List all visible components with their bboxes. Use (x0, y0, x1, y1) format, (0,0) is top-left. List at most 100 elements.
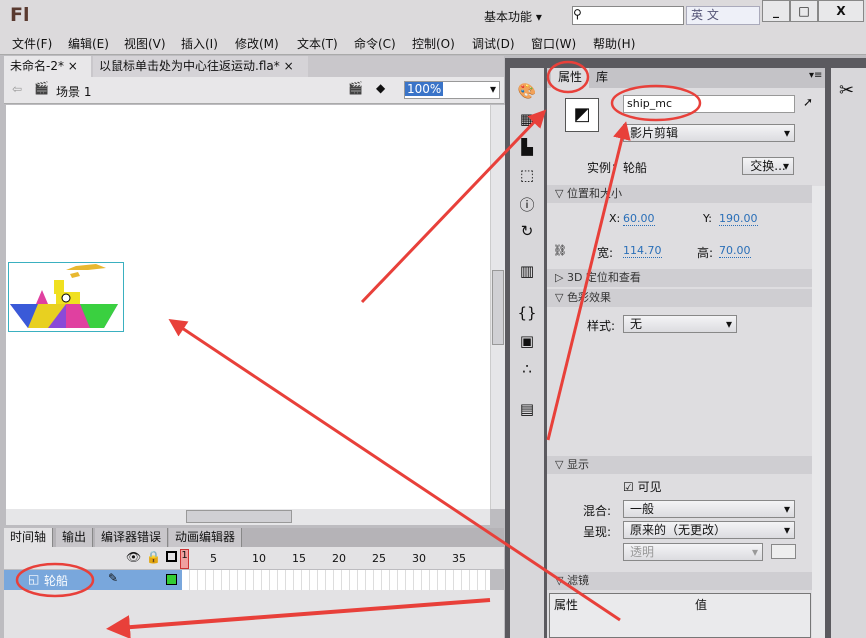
zoom-select[interactable]: 100% ▾ (404, 81, 500, 99)
layer-icon: ◱ (28, 572, 40, 586)
render-label: 呈现: (583, 525, 612, 539)
y-value[interactable]: 190.00 (719, 212, 758, 226)
edit-scene-icon[interactable]: 🎬 (348, 81, 363, 95)
visible-checkbox[interactable]: ☑ 可见 (623, 478, 662, 495)
menu-insert[interactable]: 插入(I) (181, 35, 218, 52)
x-label: X: (609, 212, 621, 225)
back-arrow-icon[interactable]: ⇦ (12, 82, 22, 96)
minimize-button[interactable]: _ (762, 0, 790, 22)
blend-label: 混合: (583, 504, 612, 518)
eye-icon[interactable]: 👁 (126, 550, 141, 564)
height-value[interactable]: 70.00 (719, 244, 751, 258)
properties-panel: 属性 库 ▾≡ ◩ ship_mc ➚ 影片剪辑 实例：轮船 交换... ▽ 位… (547, 68, 825, 638)
instance-name-input[interactable]: ship_mc (623, 95, 795, 113)
info-icon[interactable]: ⓘ (510, 194, 544, 215)
menu-debug[interactable]: 调试(D) (472, 35, 515, 52)
y-label: Y: (703, 212, 712, 225)
components-icon[interactable]: ▣ (510, 332, 544, 350)
menu-edit[interactable]: 编辑(E) (68, 35, 109, 52)
doc-tab-fla[interactable]: 以鼠标单击处为中心往返运动.fla* × (93, 56, 308, 77)
tab-properties[interactable]: 属性 (551, 68, 590, 88)
width-label: 宽: (597, 246, 614, 260)
frame-grid[interactable] (182, 570, 490, 590)
section-3d[interactable]: ▷ 3D 定位和查看 (547, 269, 812, 287)
scene-label: 场景 1 (56, 85, 92, 99)
motion-presets-icon[interactable]: ∴ (510, 360, 544, 378)
filter-col-value: 值 (695, 598, 708, 612)
history-icon[interactable]: ↻ (510, 222, 544, 240)
render-select[interactable]: 原来的（无更改） (623, 521, 795, 539)
tab-motion-editor[interactable]: 动画编辑器 (169, 528, 243, 547)
section-filters[interactable]: ▽ 滤镜 (547, 572, 812, 590)
close-button[interactable]: X (818, 0, 864, 22)
section-title: 色彩效果 (566, 291, 611, 304)
tab-compiler-errors[interactable]: 编译器错误 (95, 528, 169, 547)
menu-file[interactable]: 文件(F) (12, 35, 52, 52)
flash-logo: Fl (10, 4, 30, 26)
tools-panel: ✂ (831, 68, 866, 638)
tools-icon[interactable]: ✂ (839, 80, 854, 101)
menu-text[interactable]: 文本(T) (297, 35, 338, 52)
close-tab-icon[interactable]: × (284, 59, 294, 73)
swap-button[interactable]: 交换... (742, 157, 794, 175)
swatches-icon[interactable]: ▦ (510, 110, 544, 128)
menu-view[interactable]: 视图(V) (124, 35, 166, 52)
visible-label: 可见 (637, 480, 662, 494)
doc-tab-label: 以鼠标单击处为中心往返运动.fla* (99, 59, 280, 73)
library-icon[interactable]: ▥ (510, 262, 544, 280)
section-display[interactable]: ▽ 显示 (547, 456, 812, 474)
style-select[interactable]: 无 (623, 315, 737, 333)
lock-icon[interactable]: 🔒 (146, 550, 161, 564)
tab-library[interactable]: 库 (589, 68, 615, 88)
stage[interactable] (6, 105, 490, 509)
menu-modify[interactable]: 修改(M) (235, 35, 279, 52)
transform-icon[interactable]: ⬚ (510, 166, 544, 184)
doc-tab-untitled[interactable]: 未命名-2* × (4, 56, 91, 77)
panel-menu-icon[interactable]: ▾≡ (809, 70, 822, 81)
layer-row[interactable]: ◱ 轮船 ✎ (4, 570, 182, 590)
workspace-switcher[interactable]: 基本功能 ▾ (484, 8, 542, 25)
stage-horizontal-scrollbar[interactable] (6, 509, 490, 525)
menu-commands[interactable]: 命令(C) (354, 35, 396, 52)
width-value[interactable]: 114.70 (623, 244, 662, 258)
blend-select[interactable]: 一般 (623, 500, 795, 518)
ship-movieclip[interactable] (8, 262, 126, 334)
section-color-effect[interactable]: ▽ 色彩效果 (547, 289, 812, 307)
section-position-size[interactable]: ▽ 位置和大小 (547, 185, 812, 203)
movieclip-symbol-icon: ◩ (565, 98, 599, 132)
align-icon[interactable]: ▙ (510, 138, 544, 156)
stage-vertical-scrollbar[interactable] (490, 105, 505, 509)
height-label: 高: (697, 246, 714, 260)
layer-color-icon[interactable] (166, 574, 177, 585)
edit-bar: ⇦ 🎬 场景 1 🎬 ◆ 100% ▾ (4, 77, 504, 104)
menu-help[interactable]: 帮助(H) (593, 35, 635, 52)
actions-icon[interactable]: {} (510, 304, 544, 322)
help-search-input[interactable]: ⚲ (572, 6, 684, 25)
section-title: 滤镜 (566, 574, 589, 587)
menu-window[interactable]: 窗口(W) (531, 35, 576, 52)
edit-symbol-icon[interactable]: ◆ (376, 81, 385, 95)
symbol-type-select[interactable]: 影片剪辑 (623, 124, 795, 142)
maximize-button[interactable]: □ (790, 0, 818, 22)
layer-name[interactable]: 轮船 (44, 572, 68, 589)
title-bar: Fl 基本功能 ▾ ⚲ 英 文 _ □ X (0, 0, 866, 31)
section-title: 3D 定位和查看 (566, 271, 641, 284)
color-palette-icon[interactable]: 🎨 (510, 82, 544, 100)
movie-explorer-icon[interactable]: ▤ (510, 400, 544, 418)
x-value[interactable]: 60.00 (623, 212, 655, 226)
close-tab-icon[interactable]: × (68, 59, 78, 73)
panel-icon-column: 🎨 ▦ ▙ ⬚ ⓘ ↻ ▥ {} ▣ ∴ ▤ (510, 68, 544, 638)
tab-timeline[interactable]: 时间轴 (4, 528, 54, 547)
playhead[interactable]: 1 (180, 549, 189, 569)
frame-number: 5 (210, 552, 217, 565)
filters-table: 属性 值 (549, 593, 811, 638)
outline-icon[interactable] (166, 551, 177, 562)
tab-output[interactable]: 输出 (56, 528, 94, 547)
frame-number: 35 (452, 552, 466, 565)
link-dimensions-icon[interactable]: ⛓ (553, 244, 567, 257)
props-scrollbar[interactable] (812, 186, 825, 638)
help-link-icon[interactable]: ➚ (803, 95, 813, 109)
transparent-select: 透明 (623, 543, 763, 561)
menu-control[interactable]: 控制(O) (412, 35, 455, 52)
ime-indicator: 英 文 (686, 6, 760, 25)
